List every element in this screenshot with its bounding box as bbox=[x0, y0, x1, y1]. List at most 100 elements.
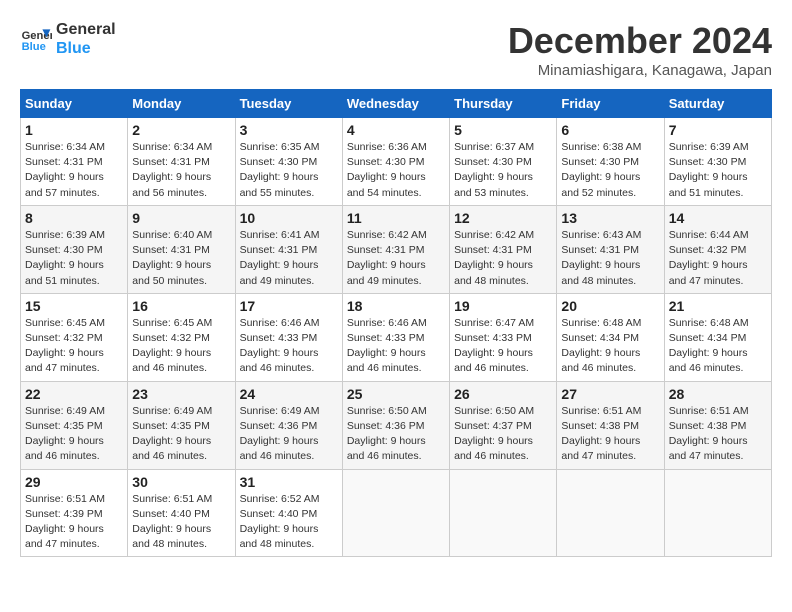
calendar-cell: 20 Sunrise: 6:48 AMSunset: 4:34 PMDayligh… bbox=[557, 293, 664, 381]
day-number: 13 bbox=[561, 210, 659, 226]
day-info: Sunrise: 6:35 AMSunset: 4:30 PMDaylight:… bbox=[240, 140, 338, 201]
day-info: Sunrise: 6:49 AMSunset: 4:35 PMDaylight:… bbox=[25, 404, 123, 465]
day-number: 14 bbox=[669, 210, 767, 226]
day-info: Sunrise: 6:48 AMSunset: 4:34 PMDaylight:… bbox=[561, 316, 659, 377]
day-info: Sunrise: 6:43 AMSunset: 4:31 PMDaylight:… bbox=[561, 228, 659, 289]
calendar-cell: 5 Sunrise: 6:37 AMSunset: 4:30 PMDaylight… bbox=[450, 118, 557, 206]
calendar-cell: 22Sunrise: 6:49 AMSunset: 4:35 PMDayligh… bbox=[21, 381, 128, 469]
day-number: 25 bbox=[347, 386, 445, 402]
day-number: 26 bbox=[454, 386, 552, 402]
calendar-cell: 26 Sunrise: 6:50 AMSunset: 4:37 PMDayligh… bbox=[450, 381, 557, 469]
day-info: Sunrise: 6:39 AMSunset: 4:30 PMDaylight:… bbox=[669, 140, 767, 201]
day-number: 6 bbox=[561, 122, 659, 138]
logo-icon: General Blue bbox=[20, 23, 52, 55]
calendar-cell: 8 Sunrise: 6:39 AMSunset: 4:30 PMDaylight… bbox=[21, 205, 128, 293]
day-info: Sunrise: 6:48 AMSunset: 4:34 PMDaylight:… bbox=[669, 316, 767, 377]
calendar-cell: 24 Sunrise: 6:49 AMSunset: 4:36 PMDayligh… bbox=[235, 381, 342, 469]
day-number: 23 bbox=[132, 386, 230, 402]
calendar-cell bbox=[557, 469, 664, 557]
calendar-cell: 9 Sunrise: 6:40 AMSunset: 4:31 PMDaylight… bbox=[128, 205, 235, 293]
day-info: Sunrise: 6:42 AMSunset: 4:31 PMDaylight:… bbox=[347, 228, 445, 289]
calendar-week-4: 22Sunrise: 6:49 AMSunset: 4:35 PMDayligh… bbox=[21, 381, 772, 469]
day-info: Sunrise: 6:50 AMSunset: 4:36 PMDaylight:… bbox=[347, 404, 445, 465]
day-number: 27 bbox=[561, 386, 659, 402]
day-number: 17 bbox=[240, 298, 338, 314]
calendar-header-row: SundayMondayTuesdayWednesdayThursdayFrid… bbox=[21, 90, 772, 118]
day-info: Sunrise: 6:47 AMSunset: 4:33 PMDaylight:… bbox=[454, 316, 552, 377]
day-info: Sunrise: 6:51 AMSunset: 4:39 PMDaylight:… bbox=[25, 492, 123, 553]
calendar-week-2: 8 Sunrise: 6:39 AMSunset: 4:30 PMDaylight… bbox=[21, 205, 772, 293]
day-number: 29 bbox=[25, 474, 123, 490]
day-number: 8 bbox=[25, 210, 123, 226]
day-info: Sunrise: 6:51 AMSunset: 4:38 PMDaylight:… bbox=[561, 404, 659, 465]
calendar-cell: 16Sunrise: 6:45 AMSunset: 4:32 PMDayligh… bbox=[128, 293, 235, 381]
day-info: Sunrise: 6:50 AMSunset: 4:37 PMDaylight:… bbox=[454, 404, 552, 465]
calendar-cell: 17Sunrise: 6:46 AMSunset: 4:33 PMDayligh… bbox=[235, 293, 342, 381]
page-header: General Blue General Blue December 2024 … bbox=[20, 20, 772, 79]
calendar-cell: 15 Sunrise: 6:45 AMSunset: 4:32 PMDayligh… bbox=[21, 293, 128, 381]
calendar-cell: 30 Sunrise: 6:51 AMSunset: 4:40 PMDayligh… bbox=[128, 469, 235, 557]
day-info: Sunrise: 6:34 AMSunset: 4:31 PMDaylight:… bbox=[25, 140, 123, 201]
calendar-cell: 4Sunrise: 6:36 AMSunset: 4:30 PMDaylight… bbox=[342, 118, 449, 206]
col-header-tuesday: Tuesday bbox=[235, 90, 342, 118]
calendar-cell: 18 Sunrise: 6:46 AMSunset: 4:33 PMDayligh… bbox=[342, 293, 449, 381]
month-title: December 2024 bbox=[508, 20, 772, 62]
calendar-week-3: 15 Sunrise: 6:45 AMSunset: 4:32 PMDayligh… bbox=[21, 293, 772, 381]
day-number: 3 bbox=[240, 122, 338, 138]
day-number: 31 bbox=[240, 474, 338, 490]
calendar-cell: 1Sunrise: 6:34 AMSunset: 4:31 PMDaylight… bbox=[21, 118, 128, 206]
col-header-friday: Friday bbox=[557, 90, 664, 118]
day-info: Sunrise: 6:37 AMSunset: 4:30 PMDaylight:… bbox=[454, 140, 552, 201]
day-number: 20 bbox=[561, 298, 659, 314]
col-header-saturday: Saturday bbox=[664, 90, 771, 118]
day-number: 10 bbox=[240, 210, 338, 226]
calendar-cell: 25 Sunrise: 6:50 AMSunset: 4:36 PMDayligh… bbox=[342, 381, 449, 469]
day-number: 2 bbox=[132, 122, 230, 138]
day-number: 7 bbox=[669, 122, 767, 138]
calendar-table: SundayMondayTuesdayWednesdayThursdayFrid… bbox=[20, 89, 772, 557]
day-info: Sunrise: 6:49 AMSunset: 4:36 PMDaylight:… bbox=[240, 404, 338, 465]
calendar-cell: 31 Sunrise: 6:52 AMSunset: 4:40 PMDayligh… bbox=[235, 469, 342, 557]
day-number: 30 bbox=[132, 474, 230, 490]
calendar-cell: 19 Sunrise: 6:47 AMSunset: 4:33 PMDayligh… bbox=[450, 293, 557, 381]
day-number: 12 bbox=[454, 210, 552, 226]
calendar-cell bbox=[664, 469, 771, 557]
calendar-cell: 6 Sunrise: 6:38 AMSunset: 4:30 PMDaylight… bbox=[557, 118, 664, 206]
col-header-monday: Monday bbox=[128, 90, 235, 118]
calendar-cell bbox=[450, 469, 557, 557]
day-info: Sunrise: 6:46 AMSunset: 4:33 PMDaylight:… bbox=[347, 316, 445, 377]
day-info: Sunrise: 6:49 AMSunset: 4:35 PMDaylight:… bbox=[132, 404, 230, 465]
title-block: December 2024 Minamiashigara, Kanagawa, … bbox=[508, 20, 772, 79]
day-info: Sunrise: 6:45 AMSunset: 4:32 PMDaylight:… bbox=[25, 316, 123, 377]
day-number: 24 bbox=[240, 386, 338, 402]
day-info: Sunrise: 6:42 AMSunset: 4:31 PMDaylight:… bbox=[454, 228, 552, 289]
calendar-cell: 27 Sunrise: 6:51 AMSunset: 4:38 PMDayligh… bbox=[557, 381, 664, 469]
calendar-cell: 7 Sunrise: 6:39 AMSunset: 4:30 PMDaylight… bbox=[664, 118, 771, 206]
day-info: Sunrise: 6:51 AMSunset: 4:38 PMDaylight:… bbox=[669, 404, 767, 465]
location: Minamiashigara, Kanagawa, Japan bbox=[508, 62, 772, 79]
day-info: Sunrise: 6:36 AMSunset: 4:30 PMDaylight:… bbox=[347, 140, 445, 201]
calendar-cell: 29 Sunrise: 6:51 AMSunset: 4:39 PMDayligh… bbox=[21, 469, 128, 557]
day-info: Sunrise: 6:40 AMSunset: 4:31 PMDaylight:… bbox=[132, 228, 230, 289]
day-number: 28 bbox=[669, 386, 767, 402]
day-info: Sunrise: 6:39 AMSunset: 4:30 PMDaylight:… bbox=[25, 228, 123, 289]
day-number: 18 bbox=[347, 298, 445, 314]
col-header-sunday: Sunday bbox=[21, 90, 128, 118]
day-info: Sunrise: 6:51 AMSunset: 4:40 PMDaylight:… bbox=[132, 492, 230, 553]
calendar-cell: 3 Sunrise: 6:35 AMSunset: 4:30 PMDaylight… bbox=[235, 118, 342, 206]
calendar-cell: 12 Sunrise: 6:42 AMSunset: 4:31 PMDayligh… bbox=[450, 205, 557, 293]
logo-line1: General bbox=[56, 20, 116, 39]
day-number: 15 bbox=[25, 298, 123, 314]
calendar-week-5: 29 Sunrise: 6:51 AMSunset: 4:39 PMDayligh… bbox=[21, 469, 772, 557]
day-number: 5 bbox=[454, 122, 552, 138]
logo-line2: Blue bbox=[56, 39, 116, 58]
logo: General Blue General Blue bbox=[20, 20, 116, 58]
calendar-cell bbox=[342, 469, 449, 557]
day-number: 19 bbox=[454, 298, 552, 314]
col-header-thursday: Thursday bbox=[450, 90, 557, 118]
day-info: Sunrise: 6:52 AMSunset: 4:40 PMDaylight:… bbox=[240, 492, 338, 553]
day-number: 9 bbox=[132, 210, 230, 226]
day-info: Sunrise: 6:38 AMSunset: 4:30 PMDaylight:… bbox=[561, 140, 659, 201]
svg-text:Blue: Blue bbox=[22, 41, 46, 53]
day-number: 21 bbox=[669, 298, 767, 314]
